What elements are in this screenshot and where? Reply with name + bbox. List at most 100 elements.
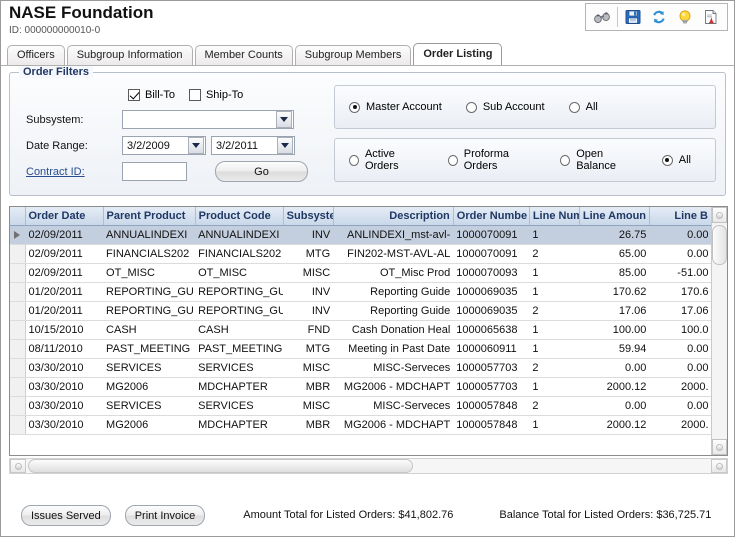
cell-description[interactable]: FIN202-MST-AVL-AL [333,244,454,264]
cell-subsystem[interactable]: MISC [283,358,334,378]
cell-order_date[interactable]: 02/09/2011 [25,225,104,245]
cell-product_code[interactable]: FINANCIALS202 [195,244,284,264]
cell-product_code[interactable]: ANNUALINDEXI [195,225,284,245]
cell-order_date[interactable]: 03/30/2010 [25,396,104,416]
row-indicator-cell[interactable] [10,320,26,340]
cell-line_amount[interactable]: 0.00 [579,396,650,416]
chevron-down-icon[interactable] [277,137,293,154]
cell-line_balance[interactable]: 2000. [649,377,712,397]
scroll-left-button[interactable] [10,459,26,473]
row-indicator-cell[interactable] [10,244,26,264]
table-row[interactable]: 02/09/2011 ANNUALINDEXI ANNUALINDEXI INV ANL… [10,225,712,245]
column-header-line_num[interactable]: Line Num [529,207,580,226]
column-header-order_date[interactable]: Order Date [25,207,104,226]
cell-description[interactable]: MG2006 - MDCHAPT [333,415,454,435]
cell-order_number[interactable]: 1000070091 [453,225,530,245]
date-to-picker[interactable]: 3/2/2011 [211,136,295,155]
cell-order_number[interactable]: 1000057703 [453,377,530,397]
row-indicator-cell[interactable] [10,377,26,397]
cell-description[interactable]: OT_Misc Prod [333,263,454,283]
cell-line_amount[interactable]: 85.00 [579,263,650,283]
cell-line_balance[interactable]: 0.00 [649,225,712,245]
cell-line_balance[interactable]: 0.00 [649,339,712,359]
cell-line_num[interactable]: 2 [529,244,580,264]
cell-product_code[interactable]: SERVICES [195,396,284,416]
row-indicator-cell[interactable] [10,358,26,378]
cell-line_balance[interactable]: 17.06 [649,301,712,321]
row-indicator-cell[interactable] [10,225,26,245]
cell-product_code[interactable]: PAST_MEETING [195,339,284,359]
table-row[interactable]: 03/30/2010 MG2006 MDCHAPTER MBR MG2006 - MDC… [10,415,712,435]
row-indicator-cell[interactable] [10,415,26,435]
cell-parent_product[interactable]: OT_MISC [103,263,196,283]
cell-line_balance[interactable]: 100.0 [649,320,712,340]
radio-open-balance[interactable]: Open Balance [560,148,638,172]
cell-description[interactable]: MG2006 - MDCHAPT [333,377,454,397]
cell-parent_product[interactable]: SERVICES [103,358,196,378]
cell-line_num[interactable]: 1 [529,263,580,283]
cell-line_amount[interactable]: 26.75 [579,225,650,245]
cell-order_date[interactable]: 02/09/2011 [25,263,104,283]
cell-product_code[interactable]: MDCHAPTER [195,377,284,397]
binoculars-icon[interactable] [589,5,615,29]
table-row[interactable]: 03/30/2010 SERVICES SERVICES MISC MISC-Serve… [10,358,712,378]
go-button[interactable]: Go [215,161,308,182]
cell-line_balance[interactable]: 0.00 [649,244,712,264]
radio-active-orders[interactable]: Active Orders [349,148,424,172]
table-row[interactable]: 03/30/2010 MG2006 MDCHAPTER MBR MG2006 - MDC… [10,377,712,397]
grid-vertical-scrollbar[interactable] [711,207,727,455]
row-indicator-cell[interactable] [10,339,26,359]
refresh-icon[interactable] [646,5,672,29]
cell-line_amount[interactable]: 100.00 [579,320,650,340]
cell-line_amount[interactable]: 2000.12 [579,415,650,435]
report-icon[interactable] [698,5,724,29]
cell-order_date[interactable]: 08/11/2010 [25,339,104,359]
cell-line_amount[interactable]: 65.00 [579,244,650,264]
tab-subgroup-members[interactable]: Subgroup Members [294,45,412,65]
column-header-subsystem[interactable]: Subsyste [283,207,334,226]
cell-order_number[interactable]: 1000070091 [453,244,530,264]
grid-horizontal-scrollbar[interactable] [9,458,728,474]
column-header-line_amount[interactable]: Line Amoun [579,207,650,226]
cell-line_num[interactable]: 1 [529,282,580,302]
scroll-right-button[interactable] [711,459,727,473]
cell-line_amount[interactable]: 2000.12 [579,377,650,397]
cell-line_amount[interactable]: 17.06 [579,301,650,321]
cell-parent_product[interactable]: SERVICES [103,396,196,416]
cell-line_balance[interactable]: 170.6 [649,282,712,302]
cell-subsystem[interactable]: MBR [283,415,334,435]
print-invoice-button[interactable]: Print Invoice [124,504,206,526]
radio-master-account[interactable]: Master Account [349,101,442,113]
cell-parent_product[interactable]: REPORTING_GU [103,301,196,321]
tab-subgroup-information[interactable]: Subgroup Information [66,45,193,65]
chevron-down-icon[interactable] [276,111,292,128]
cell-line_num[interactable]: 1 [529,415,580,435]
tab-order-listing[interactable]: Order Listing [413,43,503,65]
cell-order_date[interactable]: 03/30/2010 [25,415,104,435]
cell-parent_product[interactable]: FINANCIALS202 [103,244,196,264]
column-header-line_balance[interactable]: Line B [649,207,713,226]
cell-line_num[interactable]: 1 [529,225,580,245]
tab-member-counts[interactable]: Member Counts [194,45,293,65]
cell-order_number[interactable]: 1000069035 [453,282,530,302]
tab-officers[interactable]: Officers [7,45,65,65]
table-row[interactable]: 03/30/2010 SERVICES SERVICES MISC MISC-Serve… [10,396,712,416]
cell-parent_product[interactable]: MG2006 [103,377,196,397]
cell-line_num[interactable]: 1 [529,377,580,397]
horizontal-scroll-thumb[interactable] [28,459,413,473]
cell-description[interactable]: ANLINDEXI_mst-avl- [333,225,454,245]
cell-description[interactable]: MISC-Serveces [333,358,454,378]
radio-sub-account[interactable]: Sub Account [465,101,545,113]
table-row[interactable]: 08/11/2010 PAST_MEETING PAST_MEETING MTG Mee… [10,339,712,359]
cell-description[interactable]: Cash Donation Heal [333,320,454,340]
cell-order_date[interactable]: 01/20/2011 [25,282,104,302]
cell-subsystem[interactable]: INV [283,282,334,302]
cell-product_code[interactable]: CASH [195,320,284,340]
cell-parent_product[interactable]: ANNUALINDEXI [103,225,196,245]
date-from-picker[interactable]: 3/2/2009 [122,136,206,155]
cell-line_amount[interactable]: 170.62 [579,282,650,302]
radio-proforma-orders[interactable]: Proforma Orders [447,148,536,172]
cell-product_code[interactable]: REPORTING_GU [195,282,284,302]
lightbulb-icon[interactable] [672,5,698,29]
cell-order_date[interactable]: 03/30/2010 [25,377,104,397]
